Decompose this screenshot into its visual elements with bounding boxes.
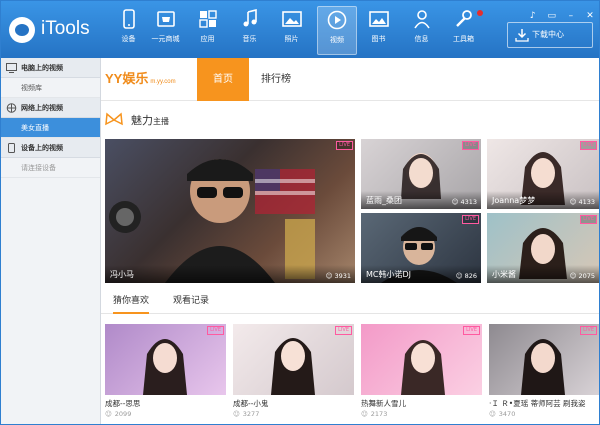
featured-card[interactable]: LIVE 蓝雨_桑团 4313 [361,139,481,209]
nav-books[interactable]: 图书 [362,6,395,55]
book-image-icon [368,11,389,27]
sidebar-group-web-video[interactable]: 网络上的视频 [1,98,100,118]
streamer-name: 小米酱 [492,270,516,279]
yy-header: YY娱乐 m.yy.com 首页 排行榜 [101,58,599,101]
viewer-count: 4133 [570,198,595,206]
itools-window: iTools 设备 一元商城 应用 音乐 照片 视频 图书 信息 工具箱 ♪ ▭… [0,0,600,425]
section-header: 魅力主播 [105,110,305,132]
video-play-icon [327,10,347,30]
notification-badge [477,10,483,16]
minimize-button[interactable]: – [564,10,578,22]
charm-bow-icon [105,112,123,126]
featured-card[interactable]: LIVE Joanna梦梦 4133 [487,139,599,209]
tile-thumbnail: LIVE [489,324,599,395]
tile-viewers: 3277 [233,410,260,418]
music-note-icon [243,9,257,27]
nav-music[interactable]: 音乐 [233,6,266,55]
streamer-thumbnail [109,159,315,283]
yy-logo[interactable]: YY娱乐 m.yy.com [105,68,176,87]
tab-guess-you-like[interactable]: 猜你喜欢 [113,293,150,314]
person-icon [413,10,430,29]
tile-thumbnail: LIVE [361,324,482,395]
viewer-count: 826 [456,272,477,280]
nav-photos[interactable]: 照片 [275,6,308,55]
phone-icon [122,9,135,29]
recommend-tile[interactable]: LIVE ·Ｉ Ｒ•夏瑶 蒂师阿芸 刷我姿 3470 [489,324,599,424]
tile-name: 热舞新人雪儿 [361,399,406,408]
download-icon [515,29,529,42]
sidebar: 电脑上的视频 视频库 网络上的视频 美女直播 设备上的视频 请连接设备 [1,58,101,424]
recommend-tile[interactable]: LIVE 成都--思思 2099 [105,324,226,424]
close-button[interactable]: ✕ [583,10,597,22]
streamer-name: 蓝雨_桑团 [366,196,402,205]
apps-grid-icon [198,10,217,28]
live-badge: LIVE [336,141,353,150]
window-controls: ♪ ▭ – ✕ [526,3,597,21]
tile-viewers: 2173 [361,410,388,418]
device-icon [8,143,15,153]
globe-icon [6,103,17,113]
tab-home[interactable]: 首页 [197,58,249,101]
sidebar-group-pc-video[interactable]: 电脑上的视频 [1,58,100,78]
streamer-name: MC韩小诺DJ [366,270,412,279]
tile-name: ·Ｉ Ｒ•夏瑶 蒂师阿芸 刷我姿 [489,399,586,408]
tile-viewers: 2099 [105,410,132,418]
monitor-icon [6,63,17,73]
streamer-name: 冯小马 [110,270,134,279]
nav-shop[interactable]: 一元商城 [149,6,182,55]
app-logo: iTools [7,15,117,45]
main-content: YY娱乐 m.yy.com 首页 排行榜 魅力主播 LIVE 冯小马 ☺ 393… [101,58,599,424]
download-center-label: 下载中心 [532,30,564,39]
nav-device[interactable]: 设备 [112,6,145,55]
sidebar-group-device-video[interactable]: 设备上的视频 [1,138,100,158]
sidebar-item-beauty-live[interactable]: 美女直播 [1,118,100,138]
download-center-button[interactable]: 下载中心 [507,22,593,48]
recommend-tabs: 猜你喜欢 观看记录 [101,290,599,314]
featured-card[interactable]: LIVE 小米酱 2075 [487,213,599,283]
sidebar-item-connect-device: 请连接设备 [1,158,100,178]
app-name: iTools [41,18,90,39]
wrench-icon [455,10,472,27]
viewer-count: 4313 [452,198,477,206]
tile-name: 成都--思思 [105,399,141,408]
tile-viewers: 3470 [489,410,516,418]
tile-name: 成都--小鬼 [233,399,269,408]
nav-apps[interactable]: 应用 [191,6,224,55]
sidebar-item-video-library[interactable]: 视频库 [1,78,100,98]
featured-card[interactable]: LIVE MC韩小诺DJ 826 [361,213,481,283]
tab-ranking[interactable]: 排行榜 [251,58,301,101]
tab-watch-history[interactable]: 观看记录 [173,293,209,314]
nav-info[interactable]: 信息 [405,6,438,55]
restore-button[interactable]: ▭ [545,10,559,22]
tile-thumbnail: LIVE [233,324,354,395]
recommend-tile[interactable]: LIVE 热舞新人雪儿 2173 [361,324,482,424]
skin-button[interactable]: ♪ [526,10,540,22]
tile-thumbnail: LIVE [105,324,226,395]
featured-card-large[interactable]: LIVE 冯小马 3931 [105,139,355,283]
nav-video[interactable]: 视频 [317,6,357,55]
viewer-count: 3931 [326,272,351,280]
streamer-name: Joanna梦梦 [492,196,536,205]
photo-icon [281,11,302,27]
viewer-count: 2075 [570,272,595,280]
top-toolbar: iTools 设备 一元商城 应用 音乐 照片 视频 图书 信息 工具箱 ♪ ▭… [1,1,599,58]
itools-logo-icon [9,17,35,43]
nav-toolbox[interactable]: 工具箱 [447,6,480,55]
recommend-tile[interactable]: LIVE 成都--小鬼 3277 [233,324,354,424]
shopping-cart-icon [156,11,175,27]
